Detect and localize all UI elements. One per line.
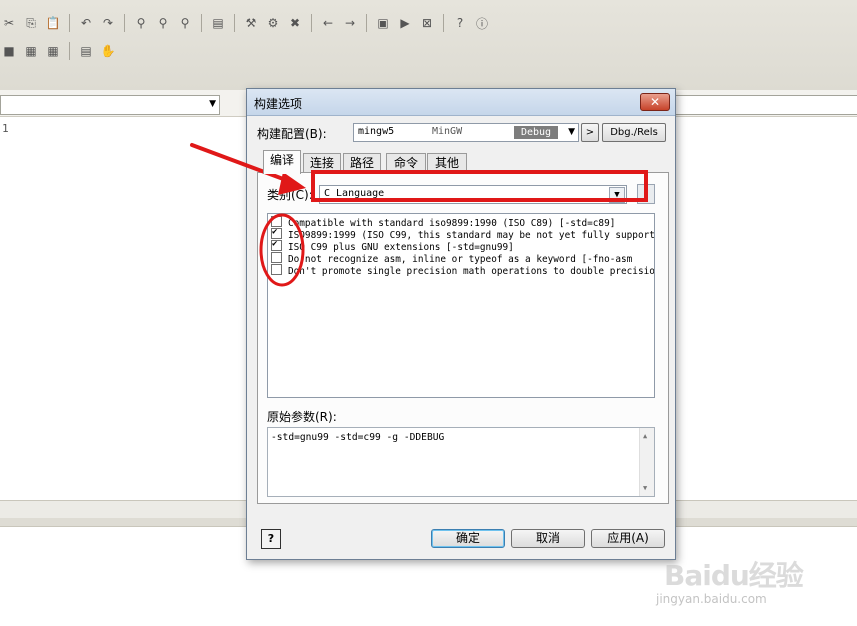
profile-label: 构建配置(B): bbox=[257, 127, 327, 141]
project-icon[interactable]: ▣ bbox=[374, 14, 392, 32]
option-checkbox[interactable] bbox=[271, 238, 282, 251]
find-icon[interactable]: ⚲ bbox=[132, 14, 150, 32]
ok-button[interactable]: 确定 bbox=[431, 529, 505, 548]
help-button[interactable]: ? bbox=[261, 529, 281, 549]
close-button[interactable]: ✕ bbox=[640, 93, 670, 111]
raw-args-label: 原始参数(R): bbox=[267, 410, 337, 424]
option-checkbox[interactable] bbox=[271, 264, 282, 275]
list-item[interactable]: Do not recognize asm, inline or typeof a… bbox=[271, 252, 632, 265]
toolbar-separator bbox=[366, 14, 367, 32]
redo-icon[interactable]: ↷ bbox=[99, 14, 117, 32]
goto-icon[interactable]: ▤ bbox=[209, 14, 227, 32]
line-number: 1 bbox=[2, 122, 9, 135]
undo-icon[interactable]: ↶ bbox=[77, 14, 95, 32]
vertical-scrollbar[interactable]: ▲ ▼ bbox=[639, 428, 654, 496]
option-label: Don't promote single precision math oper… bbox=[288, 266, 655, 277]
toolbar-separator bbox=[69, 14, 70, 32]
toolbar-separator bbox=[311, 14, 312, 32]
list-item[interactable]: ISO9899:1999 (ISO C99, this standard may… bbox=[271, 226, 654, 241]
stop-build-icon[interactable]: ✖ bbox=[286, 14, 304, 32]
toolbar-separator bbox=[69, 42, 70, 60]
back-icon[interactable]: ← bbox=[319, 14, 337, 32]
dialog-titlebar[interactable]: 构建选项 ✕ bbox=[247, 89, 675, 116]
chevron-down-icon: ▼ bbox=[609, 187, 625, 203]
compiler-options-list[interactable]: Compatible with standard iso9899:1990 (I… bbox=[267, 213, 655, 398]
tab-link[interactable]: 连接 bbox=[303, 153, 341, 173]
secondary-toolbar: ■ ▦ ▦ ▤ ✋ bbox=[0, 38, 117, 64]
compile-icon[interactable]: ⚒ bbox=[242, 14, 260, 32]
category-label: 类别(C): bbox=[267, 188, 313, 202]
list-item[interactable]: ISO C99 plus GNU extensions [-std=gnu99] bbox=[271, 238, 514, 253]
close-file-icon[interactable]: ⊠ bbox=[418, 14, 436, 32]
watermark: Baidu经验 jingyan.baidu.com bbox=[656, 540, 844, 610]
profile-select[interactable]: mingw5 MinGW Debug ▼ bbox=[353, 123, 579, 142]
category-extra-button[interactable] bbox=[637, 184, 655, 204]
profile-toolchain: MinGW bbox=[432, 126, 463, 137]
raw-args-textarea[interactable]: -std=gnu99 -std=c99 -g -DDEBUG ▲ ▼ bbox=[267, 427, 655, 497]
watermark-logo: Baidu经验 bbox=[664, 559, 804, 592]
tab-other[interactable]: 其他 bbox=[427, 153, 467, 173]
list-item[interactable]: Don't promote single precision math oper… bbox=[271, 264, 655, 277]
toolbar-separator bbox=[443, 14, 444, 32]
watermark-url: jingyan.baidu.com bbox=[656, 592, 767, 606]
info-icon[interactable]: ⓘ bbox=[473, 14, 491, 32]
main-toolbar: ✂ ⎘ 📋 ↶ ↷ ⚲ ⚲ ⚲ ▤ ⚒ ⚙ ✖ ← → ▣ ▶ ⊠ ? ⓘ bbox=[0, 10, 491, 36]
scope-combo[interactable]: ▼ bbox=[0, 95, 220, 115]
function-combo[interactable] bbox=[668, 95, 857, 115]
scroll-up-icon[interactable]: ▲ bbox=[643, 432, 647, 440]
toolbar-separator bbox=[124, 14, 125, 32]
hand-icon[interactable]: ✋ bbox=[99, 42, 117, 60]
cancel-button[interactable]: 取消 bbox=[511, 529, 585, 548]
copy-icon[interactable]: ⎘ bbox=[22, 14, 40, 32]
profile-mode-badge: Debug bbox=[514, 126, 558, 139]
list-item[interactable]: Compatible with standard iso9899:1990 (I… bbox=[271, 216, 615, 229]
dbg-rels-button[interactable]: Dbg./Rels bbox=[602, 123, 666, 142]
tab-commands[interactable]: 命令 bbox=[386, 153, 426, 173]
help-icon[interactable]: ? bbox=[451, 14, 469, 32]
toolbar-separator bbox=[234, 14, 235, 32]
find-next-icon[interactable]: ⚲ bbox=[154, 14, 172, 32]
stop-icon[interactable]: ■ bbox=[0, 42, 18, 60]
tab-compile[interactable]: 编译 bbox=[263, 150, 301, 174]
build-options-dialog: 构建选项 ✕ 构建配置(B): mingw5 MinGW Debug ▼ > D… bbox=[246, 88, 676, 560]
binary-icon[interactable]: ▦ bbox=[22, 42, 40, 60]
profile-name: mingw5 bbox=[358, 126, 395, 137]
raw-args-value: -std=gnu99 -std=c99 -g -DDEBUG bbox=[271, 432, 445, 443]
dialog-title: 构建选项 bbox=[254, 97, 303, 111]
category-select[interactable]: C Language ▼ bbox=[319, 185, 627, 204]
tab-paths[interactable]: 路径 bbox=[343, 153, 381, 173]
ide-toolbar-area: ✂ ⎘ 📋 ↶ ↷ ⚲ ⚲ ⚲ ▤ ⚒ ⚙ ✖ ← → ▣ ▶ ⊠ ? ⓘ ■ … bbox=[0, 0, 857, 91]
replace-icon[interactable]: ⚲ bbox=[176, 14, 194, 32]
forward-icon[interactable]: → bbox=[341, 14, 359, 32]
scroll-down-icon[interactable]: ▼ bbox=[643, 484, 647, 492]
cut-icon[interactable]: ✂ bbox=[0, 14, 18, 32]
document-icon[interactable]: ▤ bbox=[77, 42, 95, 60]
run-icon[interactable]: ▶ bbox=[396, 14, 414, 32]
chevron-down-icon: ▼ bbox=[209, 99, 216, 109]
chevron-down-icon: ▼ bbox=[568, 127, 575, 137]
binary2-icon[interactable]: ▦ bbox=[44, 42, 62, 60]
apply-button[interactable]: 应用(A) bbox=[591, 529, 665, 548]
option-checkbox[interactable] bbox=[271, 252, 282, 263]
toolbar-separator bbox=[201, 14, 202, 32]
profile-next-button[interactable]: > bbox=[581, 123, 599, 142]
build-icon[interactable]: ⚙ bbox=[264, 14, 282, 32]
category-value: C Language bbox=[324, 188, 385, 199]
paste-icon[interactable]: 📋 bbox=[44, 14, 62, 32]
